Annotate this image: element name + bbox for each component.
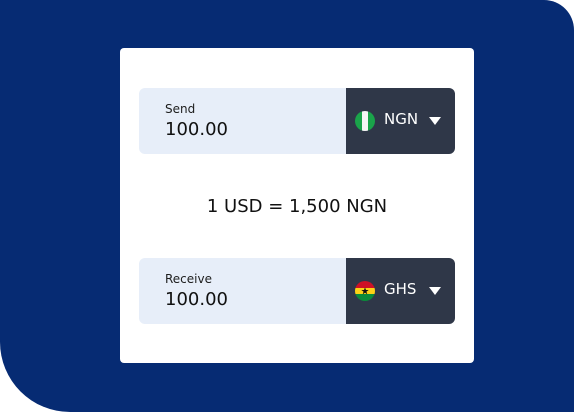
ghana-flag-icon — [355, 281, 375, 301]
nigeria-flag-icon — [355, 111, 375, 131]
receive-label: Receive — [165, 272, 212, 286]
exchange-rate-text: 1 USD = 1,500 NGN — [206, 196, 388, 217]
send-currency-code: NGN — [384, 110, 419, 128]
receive-row: Receive 100.00 GHS — [139, 258, 455, 324]
send-row: Send 100.00 NGN — [139, 88, 455, 154]
send-amount-field[interactable]: Send 100.00 — [139, 88, 346, 154]
receive-currency-code: GHS — [384, 280, 417, 298]
chevron-down-icon — [429, 117, 441, 125]
send-currency-dropdown[interactable]: NGN — [346, 88, 455, 154]
chevron-down-icon — [429, 287, 441, 295]
receive-currency-dropdown[interactable]: GHS — [346, 258, 455, 324]
receive-amount[interactable]: 100.00 — [165, 289, 228, 310]
receive-amount-field[interactable]: Receive 100.00 — [139, 258, 346, 324]
converter-card: Send 100.00 NGN 1 USD = 1,500 NGN Receiv… — [120, 48, 474, 363]
send-amount[interactable]: 100.00 — [165, 119, 228, 140]
send-label: Send — [165, 102, 196, 116]
